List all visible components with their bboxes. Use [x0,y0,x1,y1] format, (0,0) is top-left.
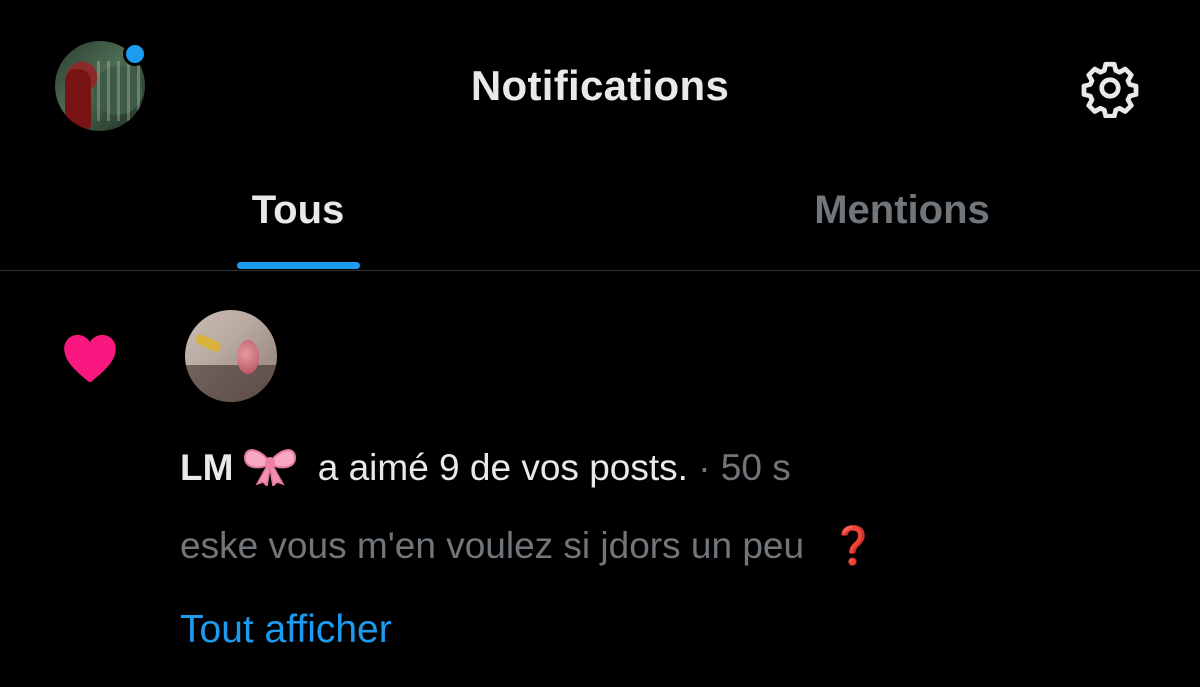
tab-bar: Tous Mentions [0,170,1200,271]
tab-all-label: Tous [251,188,345,232]
tab-all[interactable]: Tous [0,170,600,270]
post-preview-text: eske vous m'en voulez si jdors un peu [180,525,805,566]
show-all-link[interactable]: Tout afficher [180,602,392,658]
notification-text[interactable]: LM a aimé 9 de vos posts. · 50 s [180,440,791,496]
avatar-lip [237,340,259,374]
post-preview[interactable]: eske vous m'en voulez si jdors un peu ❓ [180,518,876,574]
timestamp: · 50 s [698,447,791,488]
action-text: a aimé 9 de vos posts. [317,447,688,488]
page-title: Notifications [470,62,730,109]
avatar-shadow [185,365,277,402]
tab-mentions[interactable]: Mentions [600,170,1200,270]
user-avatar[interactable] [185,310,277,402]
header: Notifications [0,0,1200,170]
heart-icon [60,330,120,384]
settings-button[interactable] [1080,58,1140,119]
user-name[interactable]: LM [180,447,233,488]
question-mark-icon: ❓ [830,525,877,566]
gear-icon [1081,61,1139,119]
active-tab-indicator [237,262,360,269]
tab-mentions-label: Mentions [814,188,990,232]
avatar-band [194,332,222,354]
bow-icon [239,442,301,488]
